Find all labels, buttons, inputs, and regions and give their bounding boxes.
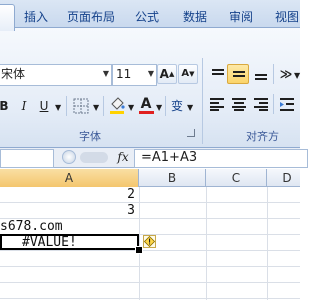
error-smart-tag-button[interactable] [143, 235, 156, 248]
font-group-label: 字体 [79, 130, 101, 143]
dialog-launcher-icon[interactable] [187, 129, 195, 137]
font-color-bar [139, 111, 154, 114]
chevron-down-icon[interactable]: ▼ [55, 103, 61, 112]
column-gridline [267, 187, 268, 300]
separator [273, 64, 274, 84]
increase-font-label: A [159, 67, 169, 81]
align-right-icon [254, 98, 268, 111]
separator [165, 96, 166, 116]
cell-text[interactable]: s678.com [0, 219, 139, 235]
tab-page-layout[interactable]: 页面布局 [64, 6, 118, 28]
tab-home[interactable] [0, 4, 15, 31]
active-cell-selection[interactable] [0, 234, 139, 250]
tab-insert[interactable]: 插入 [18, 6, 54, 28]
tab-view[interactable]: 视图 [270, 6, 304, 28]
increase-arrow-icon: ▲ [168, 70, 175, 78]
column-header-d[interactable]: D [267, 169, 307, 187]
align-right-button[interactable] [250, 94, 272, 114]
increase-font-button[interactable]: A▲ [157, 64, 177, 84]
tab-review[interactable]: 审阅 [224, 6, 258, 28]
chevron-down-icon[interactable]: ▼ [187, 103, 193, 112]
font-color-button[interactable]: A [136, 94, 156, 114]
column-header-c[interactable]: C [206, 169, 267, 187]
fill-color-button[interactable] [106, 94, 128, 114]
font-name-combo[interactable]: 宋体 ▼ [0, 64, 112, 86]
italic-button[interactable]: I [16, 96, 32, 116]
ribbon-tab-bar: 插入 页面布局 公式 数据 审阅 视图 [0, 0, 300, 31]
column-gridline [206, 187, 207, 300]
align-middle-icon [233, 71, 245, 73]
decrease-font-button[interactable]: A▼ [178, 64, 198, 84]
warning-diamond-icon [143, 235, 156, 248]
align-left-icon [210, 98, 224, 111]
paint-bucket-icon [110, 97, 125, 114]
indent-icon [280, 98, 294, 111]
column-gridline [139, 187, 140, 300]
chevron-down-icon[interactable]: ▼ [128, 103, 134, 112]
chevron-down-icon[interactable]: ▼ [294, 71, 300, 80]
name-box[interactable] [0, 149, 54, 168]
row-gridline [0, 266, 300, 267]
insert-function-button[interactable]: fx [114, 149, 132, 166]
chevron-down-icon[interactable]: ▼ [148, 65, 154, 83]
chevron-down-icon[interactable]: ▼ [93, 103, 99, 112]
align-middle-button[interactable] [227, 64, 249, 84]
tab-formulas[interactable]: 公式 [130, 6, 164, 28]
text-orientation-icon: ≫ [279, 67, 293, 81]
separator [273, 94, 274, 114]
ribbon: 宋体 ▼ 11 ▼ A▲ A▼ B I U ▼ ▼ ▼ A ▼ 变 ▼ 字体 ≫… [0, 28, 300, 148]
align-bottom-button[interactable] [249, 64, 271, 84]
alignment-group-label: 对齐方 [246, 130, 279, 143]
row-gridline [0, 298, 300, 299]
font-size-combo[interactable]: 11 ▼ [112, 64, 157, 86]
font-size-value: 11 [116, 67, 132, 81]
fill-handle[interactable] [135, 246, 143, 254]
align-top-button[interactable] [206, 64, 228, 84]
row-gridline [0, 282, 300, 283]
align-bottom-icon [255, 74, 267, 76]
separator [66, 96, 67, 116]
formula-input[interactable]: =A1+A3 [134, 149, 308, 168]
group-separator [202, 58, 203, 144]
formula-bar: fx =A1+A3 [0, 148, 308, 168]
decrease-arrow-icon: ▼ [189, 70, 195, 78]
cell-value[interactable]: 2 [0, 187, 135, 203]
borders-button[interactable] [70, 96, 92, 116]
chevron-down-icon[interactable]: ▼ [156, 103, 162, 112]
chevron-down-icon[interactable]: ▼ [103, 65, 109, 83]
separator [103, 96, 104, 116]
column-header-bar: A B C D [0, 169, 300, 187]
tab-data[interactable]: 数据 [178, 6, 212, 28]
formula-bar-resize-handle[interactable] [80, 152, 108, 163]
underline-button[interactable]: U [36, 96, 52, 116]
align-left-button[interactable] [206, 94, 228, 114]
phonetic-button[interactable]: 变 [168, 96, 186, 116]
border-grid-icon [73, 98, 89, 114]
column-header-a[interactable]: A [0, 169, 139, 187]
indent-button[interactable] [276, 94, 298, 114]
bold-button[interactable]: B [0, 96, 12, 116]
align-top-icon [212, 69, 224, 71]
worksheet-grid[interactable]: 2 3 s678.com #VALUE! [0, 187, 300, 300]
column-header-b[interactable]: B [139, 169, 206, 187]
formula-bar-toggle-icon[interactable] [62, 150, 76, 164]
orientation-button[interactable]: ≫ [276, 64, 296, 84]
font-name-value: 宋体 [1, 67, 26, 81]
align-center-icon [232, 98, 246, 111]
decrease-font-label: A [181, 68, 190, 79]
align-center-button[interactable] [228, 94, 250, 114]
cell-value[interactable]: 3 [0, 203, 135, 219]
font-color-label: A [140, 96, 152, 112]
